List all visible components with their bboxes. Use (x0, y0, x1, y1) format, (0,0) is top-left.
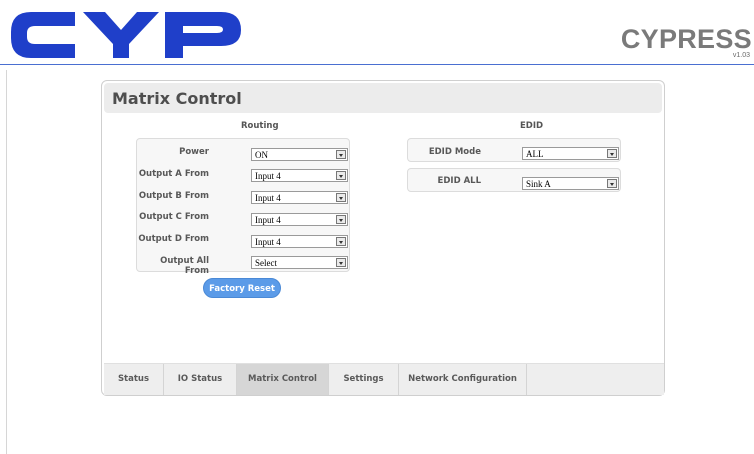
page-header: CYPRESS v1.03 (0, 0, 754, 64)
output-d-select-value: Input 4 (255, 237, 281, 247)
chevron-down-icon (336, 237, 346, 246)
edid-all-select[interactable]: Sink A (522, 177, 619, 190)
chevron-down-icon (336, 215, 346, 224)
panel-title-bar: Matrix Control (104, 83, 662, 113)
chevron-down-icon (336, 150, 346, 159)
edid-all-select-value: Sink A (526, 179, 551, 189)
chevron-down-icon (336, 171, 346, 180)
left-divider (6, 70, 7, 454)
edid-mode-select[interactable]: ALL (522, 147, 619, 160)
output-d-select[interactable]: Input 4 (251, 235, 348, 248)
edid-mode-select-value: ALL (526, 149, 544, 159)
output-a-select-value: Input 4 (255, 171, 281, 181)
factory-reset-button[interactable]: Factory Reset (203, 278, 281, 298)
brand-name: CYPRESS (620, 24, 752, 54)
tab-status[interactable]: Status (104, 364, 164, 395)
routing-heading: Routing (241, 121, 279, 131)
tab-io-status[interactable]: IO Status (164, 364, 237, 395)
edid-all-group: EDID ALL Sink A (407, 168, 621, 192)
edid-heading: EDID (520, 121, 544, 131)
output-a-select[interactable]: Input 4 (251, 169, 348, 182)
output-b-label: Output B From (138, 191, 209, 201)
output-all-select[interactable]: Select (251, 256, 348, 269)
output-all-label: Output All From (160, 256, 209, 276)
tab-network-configuration[interactable]: Network Configuration (399, 364, 527, 395)
output-d-label: Output D From (138, 234, 209, 244)
tab-bar: Status IO Status Matrix Control Settings… (104, 363, 664, 395)
chevron-down-icon (607, 179, 617, 188)
output-b-select[interactable]: Input 4 (251, 191, 348, 204)
chevron-down-icon (607, 149, 617, 158)
power-select-value: ON (255, 150, 268, 160)
power-label: Power (179, 147, 209, 157)
version-label: v1.03 (732, 52, 750, 59)
power-select[interactable]: ON (251, 148, 348, 161)
output-c-select[interactable]: Input 4 (251, 213, 348, 226)
tab-settings[interactable]: Settings (329, 364, 399, 395)
matrix-control-panel: Matrix Control Routing Power ON Output A… (101, 80, 665, 396)
output-a-label: Output A From (138, 169, 209, 179)
edid-all-label: EDID ALL (437, 176, 481, 186)
routing-group: Power ON Output A From Input 4 Output B … (136, 138, 350, 276)
output-c-select-value: Input 4 (255, 215, 281, 225)
output-c-label: Output C From (139, 212, 209, 222)
page-title: Matrix Control (112, 89, 242, 108)
header-divider (0, 64, 754, 65)
edid-mode-group: EDID Mode ALL (407, 138, 621, 162)
chevron-down-icon (336, 258, 346, 267)
chevron-down-icon (336, 193, 346, 202)
output-b-select-value: Input 4 (255, 193, 281, 203)
cyp-logo (11, 12, 241, 58)
tab-matrix-control[interactable]: Matrix Control (237, 364, 329, 395)
output-all-select-value: Select (255, 258, 277, 268)
edid-mode-label: EDID Mode (428, 147, 481, 157)
